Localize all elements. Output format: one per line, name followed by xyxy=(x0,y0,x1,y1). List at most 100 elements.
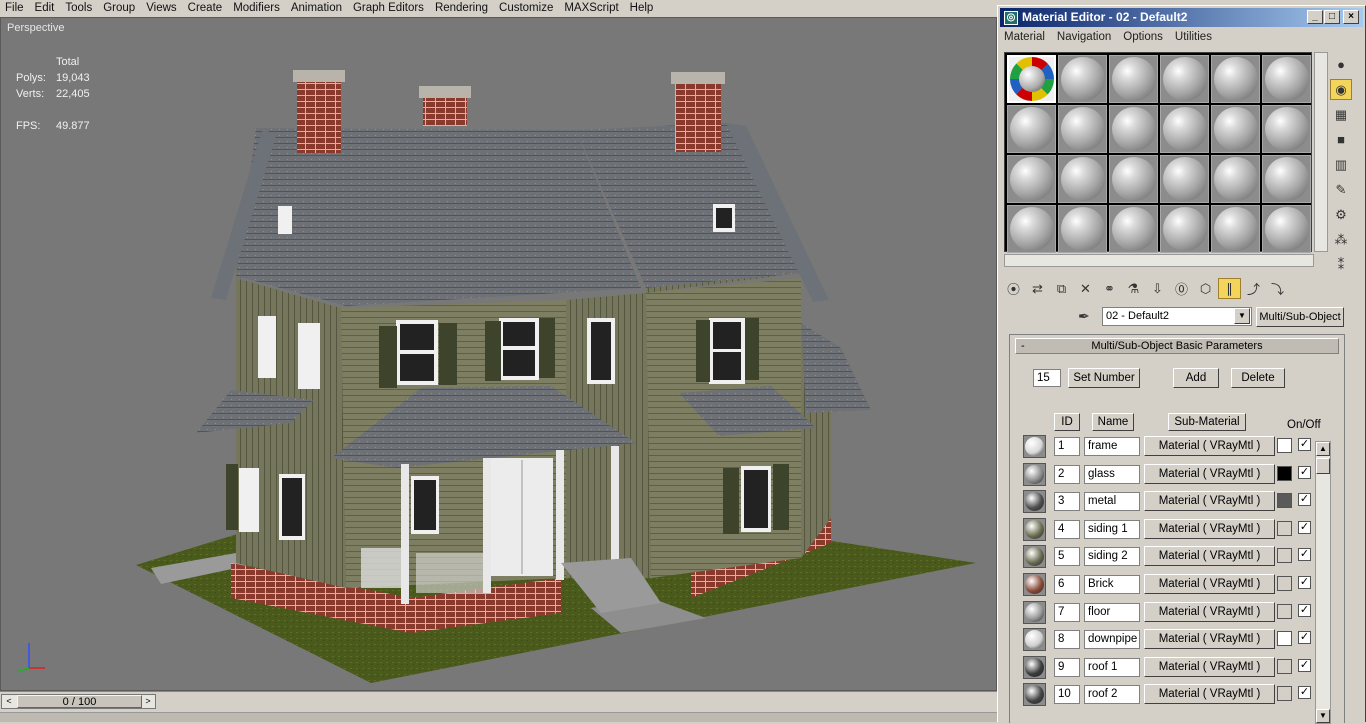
slots-vertical-scrollbar[interactable] xyxy=(1314,52,1328,252)
time-next-button[interactable]: > xyxy=(141,695,155,708)
material-map-navigator-icon[interactable]: ⁑ xyxy=(1330,254,1352,275)
sample-slot[interactable] xyxy=(1058,155,1107,203)
submaterial-name-field[interactable]: roof 1 xyxy=(1084,657,1140,677)
material-effects-channel-icon[interactable]: ⓪ xyxy=(1170,278,1193,299)
scroll-up-icon[interactable]: ▲ xyxy=(1316,442,1330,456)
material-name-field[interactable]: 02 - Default2 xyxy=(1102,307,1252,326)
submaterial-preview[interactable] xyxy=(1023,435,1046,458)
backlight-icon[interactable]: ◉ xyxy=(1330,79,1352,100)
sample-slot[interactable] xyxy=(1007,55,1056,103)
menu-animation[interactable]: Animation xyxy=(286,0,348,17)
sample-slot[interactable] xyxy=(1007,205,1056,253)
submaterial-button[interactable]: Material ( VRayMtl ) xyxy=(1144,684,1275,705)
submaterial-button[interactable]: Material ( VRayMtl ) xyxy=(1144,518,1275,539)
submaterial-on-checkbox[interactable]: ✓ xyxy=(1298,603,1311,617)
menu-customize[interactable]: Customize xyxy=(494,0,559,17)
submaterial-preview[interactable] xyxy=(1023,545,1046,569)
me-menu-options[interactable]: Options xyxy=(1117,29,1169,47)
submaterial-id-field[interactable]: 9 xyxy=(1054,657,1080,677)
sample-slot[interactable] xyxy=(1262,55,1311,103)
menu-create[interactable]: Create xyxy=(183,0,229,17)
menu-tools[interactable]: Tools xyxy=(60,0,98,17)
set-number-button[interactable]: Set Number xyxy=(1068,368,1140,388)
scroll-down-icon[interactable]: ▼ xyxy=(1316,709,1330,723)
sample-slot[interactable] xyxy=(1109,155,1158,203)
time-slider[interactable]: < 0 / 100 > xyxy=(1,694,156,709)
put-to-scene-icon[interactable]: ⇄ xyxy=(1026,278,1049,299)
show-map-in-viewport-icon[interactable]: ⬡ xyxy=(1194,278,1217,299)
material-type-button[interactable]: Multi/Sub-Object xyxy=(1256,307,1344,327)
submaterial-on-checkbox[interactable]: ✓ xyxy=(1298,631,1311,645)
put-to-library-icon[interactable]: ⇩ xyxy=(1146,278,1169,299)
make-preview-icon[interactable]: ✎ xyxy=(1330,179,1352,200)
sample-slot[interactable] xyxy=(1007,105,1056,153)
submaterial-color-swatch[interactable] xyxy=(1277,603,1292,619)
sort-by-name-button[interactable]: Name xyxy=(1092,413,1134,431)
submaterial-on-checkbox[interactable]: ✓ xyxy=(1298,438,1311,451)
submaterial-preview[interactable] xyxy=(1023,462,1046,486)
menu-group[interactable]: Group xyxy=(98,0,141,17)
sort-by-id-button[interactable]: ID xyxy=(1054,413,1080,431)
submaterial-color-swatch[interactable] xyxy=(1277,631,1292,647)
menu-edit[interactable]: Edit xyxy=(30,0,61,17)
delete-button[interactable]: Delete xyxy=(1231,368,1285,388)
go-to-parent-icon[interactable]: ⤴ xyxy=(1242,278,1265,299)
menu-maxscript[interactable]: MAXScript xyxy=(559,0,624,17)
submaterial-color-swatch[interactable] xyxy=(1277,548,1292,564)
sample-slot[interactable] xyxy=(1211,205,1260,253)
submaterial-name-field[interactable]: siding 2 xyxy=(1084,547,1140,567)
sample-slot[interactable] xyxy=(1211,105,1260,153)
sample-slot[interactable] xyxy=(1058,55,1107,103)
submaterial-on-checkbox[interactable]: ✓ xyxy=(1298,520,1311,534)
submaterial-id-field[interactable]: 1 xyxy=(1054,437,1080,456)
time-slider-thumb[interactable]: 0 / 100 xyxy=(17,695,142,708)
submaterial-id-field[interactable]: 3 xyxy=(1054,492,1080,512)
sample-slot[interactable] xyxy=(1262,105,1311,153)
submaterial-button[interactable]: Material ( VRayMtl ) xyxy=(1144,436,1275,456)
sample-slot[interactable] xyxy=(1262,155,1311,203)
sample-slot[interactable] xyxy=(1058,105,1107,153)
background-icon[interactable]: ▦ xyxy=(1330,104,1352,125)
submaterial-name-field[interactable]: siding 1 xyxy=(1084,519,1140,539)
submaterial-color-swatch[interactable] xyxy=(1277,493,1292,509)
time-prev-button[interactable]: < xyxy=(2,695,16,708)
me-menu-material[interactable]: Material xyxy=(998,29,1051,47)
maximize-button[interactable]: □ xyxy=(1324,10,1340,24)
submaterial-name-field[interactable]: glass xyxy=(1084,464,1140,484)
sample-slot[interactable] xyxy=(1160,105,1209,153)
submaterial-id-field[interactable]: 6 xyxy=(1054,574,1080,594)
submaterial-preview[interactable] xyxy=(1023,628,1046,652)
track-bar[interactable] xyxy=(0,712,997,722)
submaterial-color-swatch[interactable] xyxy=(1277,686,1292,702)
perspective-viewport[interactable]: Perspective Total Polys: 19,043 Verts: 2… xyxy=(0,17,997,691)
submaterial-button[interactable]: Material ( VRayMtl ) xyxy=(1144,546,1275,567)
menu-graph-editors[interactable]: Graph Editors xyxy=(348,0,430,17)
sample-slot[interactable] xyxy=(1160,155,1209,203)
submaterial-name-field[interactable]: floor xyxy=(1084,602,1140,622)
submaterial-color-swatch[interactable] xyxy=(1277,465,1292,481)
menu-views[interactable]: Views xyxy=(141,0,182,17)
material-name-dropdown-icon[interactable]: ▼ xyxy=(1234,308,1250,324)
submaterial-button[interactable]: Material ( VRayMtl ) xyxy=(1144,601,1275,622)
sample-type-icon[interactable]: ● xyxy=(1330,54,1352,75)
sample-slot[interactable] xyxy=(1160,55,1209,103)
minimize-button[interactable]: _ xyxy=(1307,10,1323,24)
submaterial-preview[interactable] xyxy=(1023,683,1046,707)
uv-tiling-icon[interactable]: ■ xyxy=(1330,129,1352,150)
sort-by-submaterial-button[interactable]: Sub-Material xyxy=(1168,413,1246,431)
sample-slot[interactable] xyxy=(1109,205,1158,253)
submaterial-preview[interactable] xyxy=(1023,600,1046,624)
go-forward-sibling-icon[interactable]: ⤵ xyxy=(1266,278,1289,299)
sample-slot[interactable] xyxy=(1058,205,1107,253)
submaterial-scrollbar[interactable]: ▲ ▼ xyxy=(1315,441,1331,724)
pick-material-icon[interactable]: ✒ xyxy=(1078,308,1090,325)
sample-slot[interactable] xyxy=(1160,205,1209,253)
submaterial-color-swatch[interactable] xyxy=(1277,438,1292,453)
menu-help[interactable]: Help xyxy=(625,0,660,17)
submaterial-id-field[interactable]: 7 xyxy=(1054,602,1080,622)
make-unique-icon[interactable]: ⚗ xyxy=(1122,278,1145,299)
submaterial-color-swatch[interactable] xyxy=(1277,520,1292,536)
submaterial-count-field[interactable]: 15 xyxy=(1033,369,1061,387)
submaterial-on-checkbox[interactable]: ✓ xyxy=(1298,575,1311,589)
submaterial-button[interactable]: Material ( VRayMtl ) xyxy=(1144,463,1275,484)
